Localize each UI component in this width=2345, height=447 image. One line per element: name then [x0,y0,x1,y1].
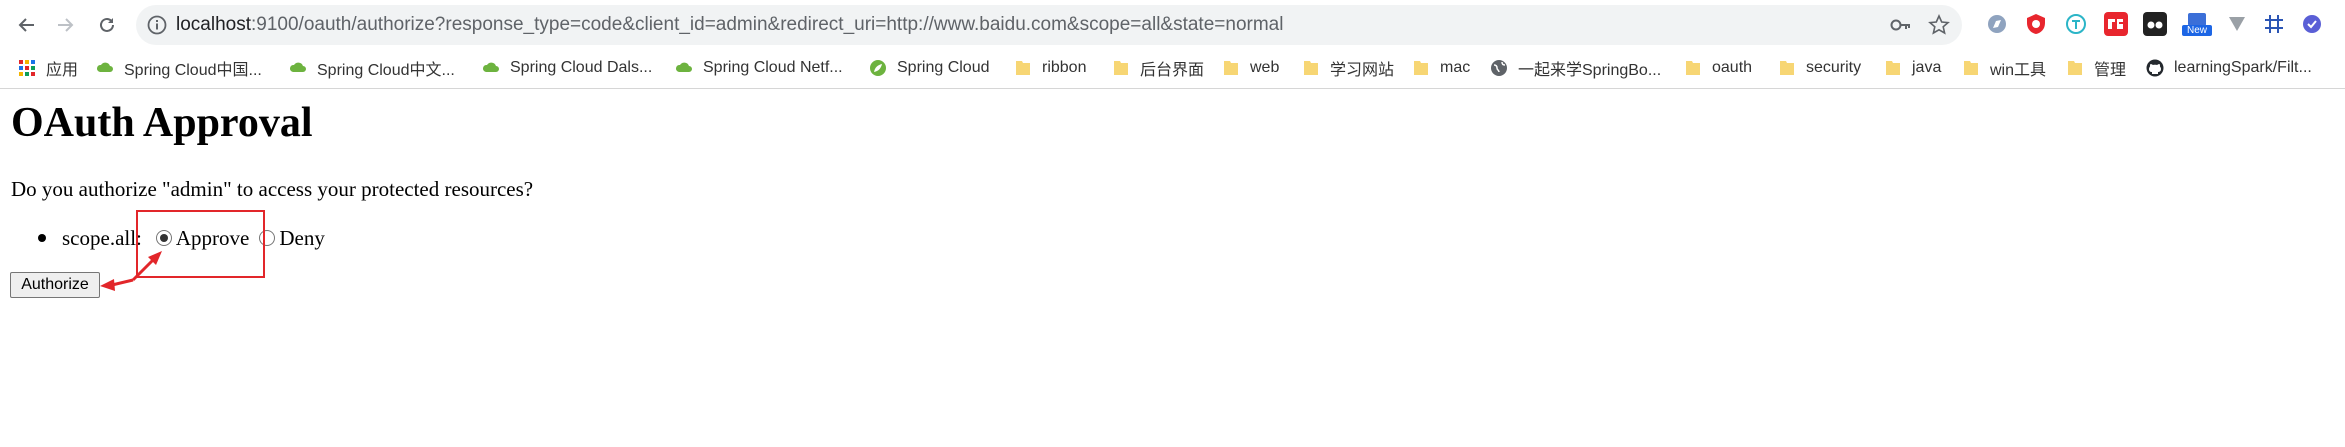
forward-button[interactable] [52,12,78,38]
bookmark-spring-cloud-cn[interactable]: Spring Cloud中国... [96,50,262,86]
bookmark-label: Spring Cloud [897,59,990,76]
apps-grid-icon [19,60,35,76]
url-host: localhost [176,14,251,35]
folder-icon [1114,61,1128,75]
browser-toolbar: localhost:9100/oauth/authorize?response_… [0,0,2345,51]
bookmark-label: oauth [1712,59,1753,76]
bookmark-label: 学习网站 [1330,62,1395,79]
spring-leaf-icon [870,60,886,76]
key-icon[interactable] [1890,15,1912,35]
folder-icon [1780,61,1794,75]
ext-compass-icon[interactable] [1985,12,2009,36]
new-badge: New [2186,25,2207,36]
folder-icon [1016,61,1030,75]
info-icon[interactable] [146,14,168,36]
bookmark-folder-security[interactable]: security [1778,50,1861,86]
bookmark-apps[interactable]: 应用 [18,50,78,86]
spring-cloud-icon [675,62,692,72]
folder-icon [2068,61,2082,75]
bookmark-folder-mac[interactable]: mac [1412,50,1470,86]
bookmark-label: ribbon [1042,59,1087,76]
ext-translate-icon[interactable] [2064,12,2088,36]
bookmark-label: Spring Cloud Dals... [510,59,653,76]
bookmark-label: web [1250,59,1280,76]
spring-cloud-icon [96,62,113,72]
bookmark-spring-cloud-netf[interactable]: Spring Cloud Netf... [675,50,843,86]
ext-new-icon[interactable]: New [2182,12,2212,36]
ext-grid-icon[interactable] [2262,12,2286,36]
bookmark-label: mac [1440,59,1471,76]
back-button[interactable] [14,12,40,38]
bookmark-folder-admin-ui[interactable]: 后台界面 [1112,50,1204,86]
bookmark-label: java [1912,59,1942,76]
bookmark-folder-java[interactable]: java [1884,50,1941,86]
bookmark-label: 一起来学SpringBo... [1518,62,1662,79]
bookmark-spring-cloud[interactable]: Spring Cloud [869,50,990,86]
reload-button[interactable] [94,12,120,38]
reload-icon [100,17,114,32]
folder-icon [1414,61,1428,75]
url-path: :9100/oauth/authorize?response_type=code… [251,14,1284,35]
bookmark-folder-oauth[interactable]: oauth [1684,50,1752,86]
bookmark-label: learningSpark/Filt... [2174,59,2312,76]
bookmark-folder-web[interactable]: web [1222,50,1279,86]
bookmark-label: security [1806,59,1862,76]
bookmark-folder-learning[interactable]: 学习网站 [1302,50,1394,86]
ext-fe-icon[interactable] [2104,12,2128,36]
url-text[interactable]: localhost:9100/oauth/authorize?response_… [176,5,1283,45]
folder-icon [1886,61,1900,75]
bookmark-spring-cloud-zh[interactable]: Spring Cloud中文... [289,50,455,86]
bookmark-springboot[interactable]: 一起来学SpringBo... [1490,50,1661,86]
forward-arrow-icon [58,18,74,32]
bookmark-folder-manage[interactable]: 管理 [2066,50,2126,86]
globe-icon [1491,60,1507,76]
bookmark-label: 应用 [46,62,79,79]
bookmark-folder-win-tools[interactable]: win工具 [1962,50,2046,86]
bookmark-learningspark[interactable]: learningSpark/Filt... [2146,50,2312,86]
annotation-arrows [100,251,162,291]
ext-check-circle-icon[interactable] [2300,12,2324,36]
bookmark-label: Spring Cloud中文... [317,62,455,79]
folder-icon [1224,61,1238,75]
address-bar[interactable]: localhost:9100/oauth/authorize?response_… [136,5,1962,45]
folder-icon [1304,61,1318,75]
spring-cloud-icon [482,62,499,72]
star-icon[interactable] [1928,14,1950,36]
folder-icon [1964,61,1978,75]
back-arrow-icon [18,18,34,32]
bookmark-label: 管理 [2094,62,2127,79]
bookmark-label: 后台界面 [1140,62,1205,79]
bookmarks-bar: 应用 Spring Cloud中国... Spring Cloud中文... S… [0,50,2345,89]
ext-shield-icon[interactable] [2024,12,2048,36]
bookmark-label: Spring Cloud Netf... [703,59,843,76]
bookmark-folder-ribbon[interactable]: ribbon [1014,50,1086,86]
spring-cloud-icon [289,62,306,72]
bookmark-label: Spring Cloud中国... [124,62,262,79]
github-icon [2146,59,2164,77]
bookmark-spring-cloud-dals[interactable]: Spring Cloud Dals... [482,50,652,86]
folder-icon [1686,61,1700,75]
page-content: OAuth Approval Do you authorize "admin" … [0,89,2345,447]
ext-funnel-icon[interactable] [2225,12,2249,36]
bookmark-label: win工具 [1990,62,2047,79]
ext-eyes-icon[interactable] [2143,12,2167,36]
annotation-arrow-left [111,278,134,287]
annotation-arrowhead-left [100,279,115,291]
